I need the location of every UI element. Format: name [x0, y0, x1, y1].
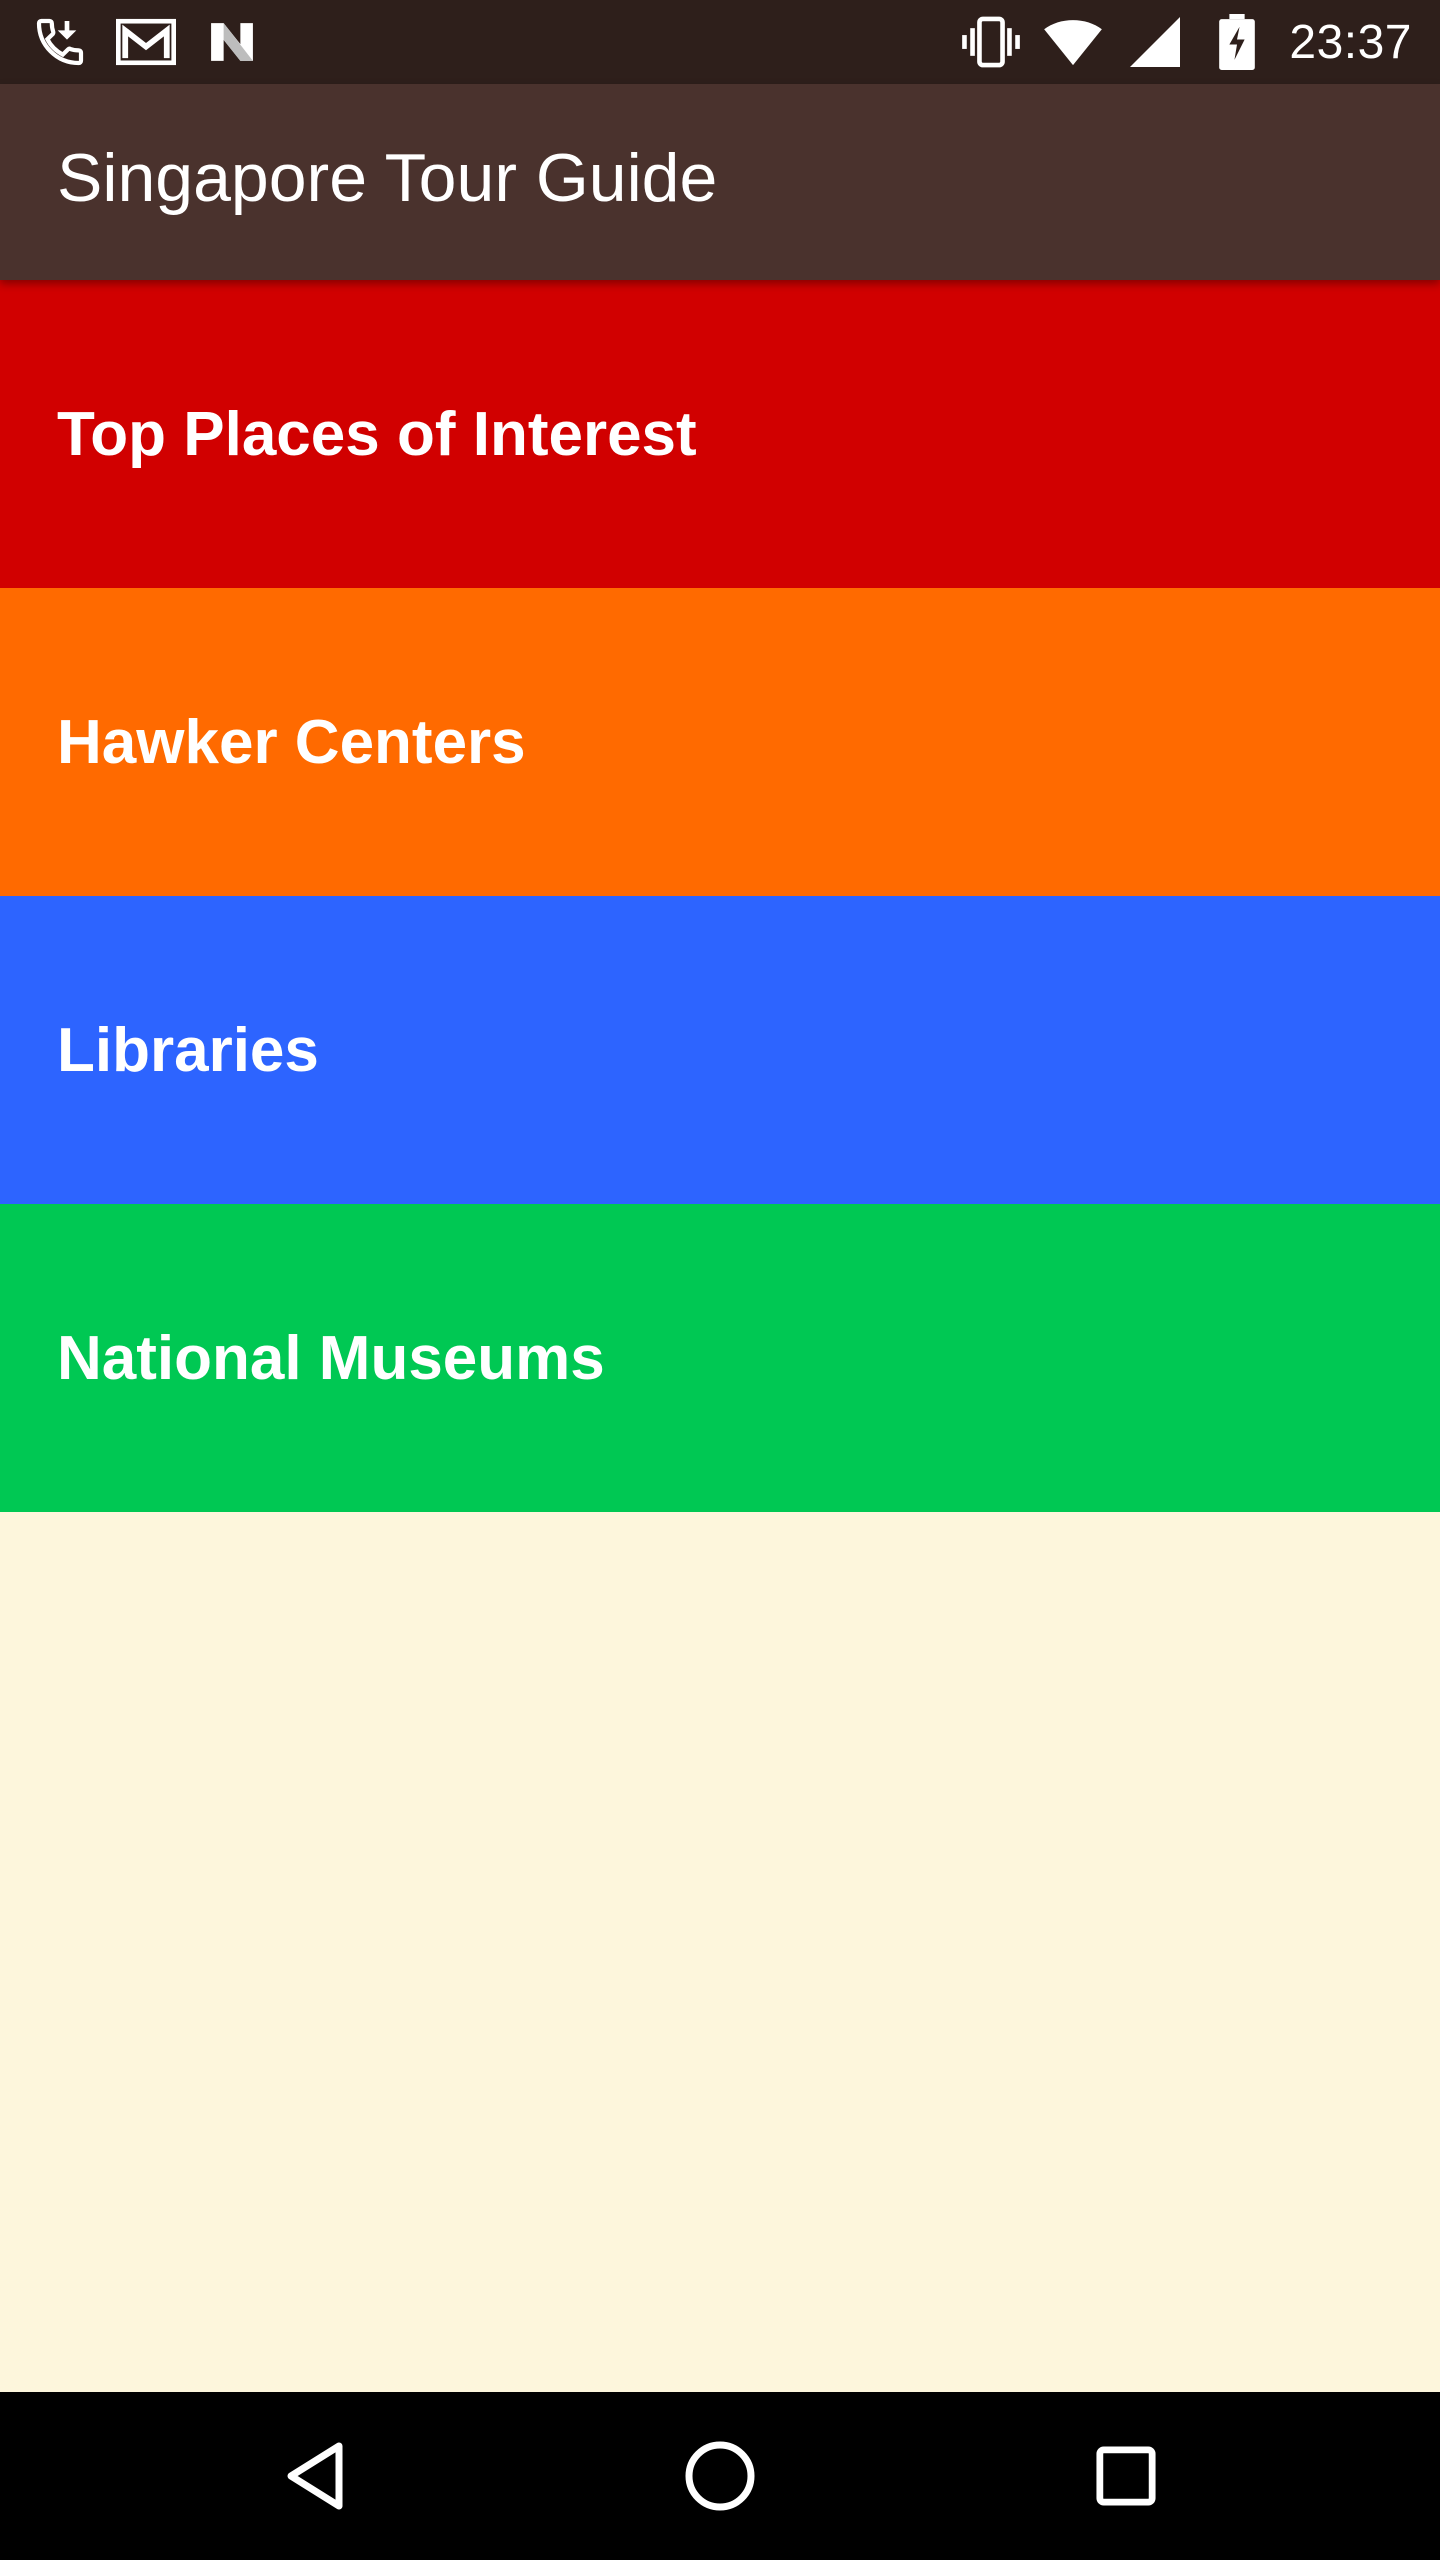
phone-call-icon [30, 12, 90, 72]
n-app-icon [202, 12, 262, 72]
notification-icons [30, 12, 262, 72]
status-clock: 23:37 [1289, 15, 1412, 69]
category-label: Libraries [57, 1015, 319, 1085]
system-icons: 23:37 [961, 12, 1412, 72]
category-hawker-centers[interactable]: Hawker Centers [0, 588, 1440, 896]
navigation-bar [0, 2392, 1440, 2560]
category-label: Hawker Centers [57, 707, 526, 777]
wifi-icon [1043, 12, 1103, 72]
app-title: Singapore Tour Guide [57, 140, 718, 216]
battery-charging-icon [1207, 12, 1267, 72]
status-bar: 23:37 [0, 0, 1440, 84]
cell-signal-icon [1125, 12, 1185, 72]
gmail-icon [116, 12, 176, 72]
back-icon[interactable] [275, 2436, 355, 2516]
category-national-museums[interactable]: National Museums [0, 1204, 1440, 1512]
category-top-places[interactable]: Top Places of Interest [0, 280, 1440, 588]
vibrate-icon [961, 12, 1021, 72]
recents-icon[interactable] [1086, 2436, 1166, 2516]
category-label: Top Places of Interest [57, 399, 697, 469]
app-bar: Singapore Tour Guide [0, 84, 1440, 280]
home-icon[interactable] [680, 2436, 760, 2516]
category-list: Top Places of Interest Hawker Centers Li… [0, 280, 1440, 1512]
category-label: National Museums [57, 1323, 605, 1393]
category-libraries[interactable]: Libraries [0, 896, 1440, 1204]
